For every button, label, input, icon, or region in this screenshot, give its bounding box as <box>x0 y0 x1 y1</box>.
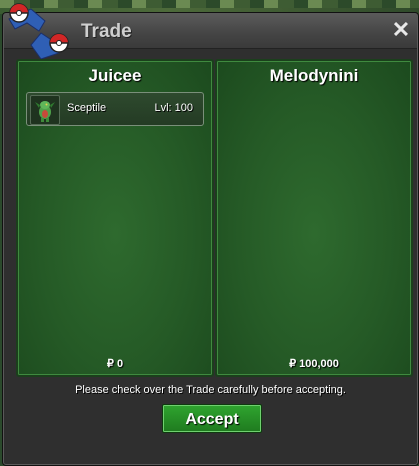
left-player-name: Juicee <box>88 66 142 85</box>
right-offer-panel: Melodynini ₽ 100,000 <box>215 59 413 377</box>
window-title: Trade <box>81 21 132 42</box>
item-name: Sceptile <box>67 102 107 114</box>
right-money-amount: ₽ 100,000 <box>289 358 339 370</box>
right-player-name: Melodynini <box>269 66 359 85</box>
item-level: Lvl: 100 <box>154 102 193 114</box>
trade-window: Trade ✕ Juicee Sceptile Lvl: 100 ₽ 0 Mel… <box>3 3 418 465</box>
sceptile-sprite-icon <box>30 95 60 125</box>
accept-button[interactable]: Accept <box>162 404 262 433</box>
left-money-amount: ₽ 0 <box>106 358 124 370</box>
close-button[interactable]: ✕ <box>391 19 411 41</box>
offer-item-sceptile[interactable]: Sceptile Lvl: 100 <box>26 92 204 126</box>
pokeball-swap-icon <box>8 3 69 60</box>
trade-notice-text: Please check over the Trade carefully be… <box>75 384 346 396</box>
left-offer-panel: Juicee Sceptile Lvl: 100 ₽ 0 <box>16 59 214 377</box>
